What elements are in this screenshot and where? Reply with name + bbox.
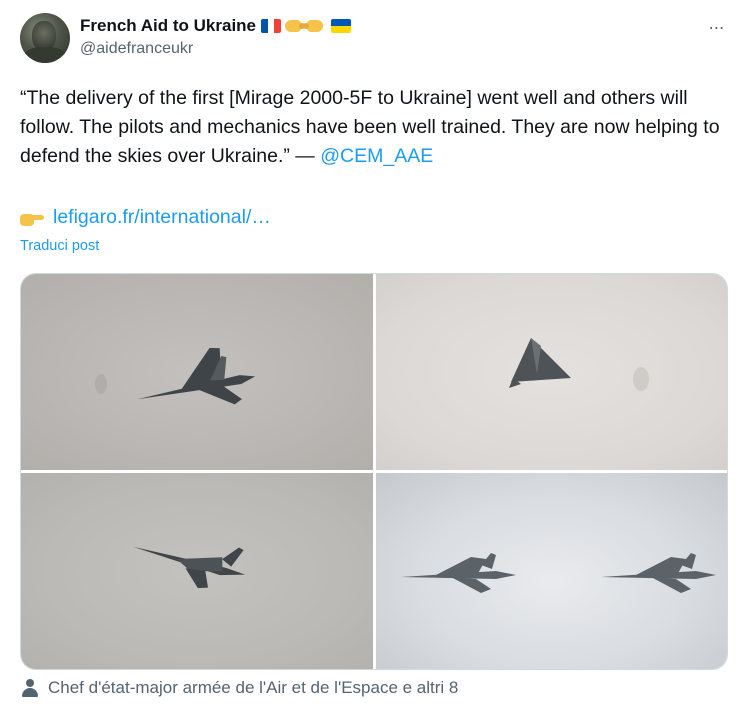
- tweet-header: French Aid to Ukraine @aidefranceukr: [80, 14, 727, 60]
- name-row: French Aid to Ukraine: [80, 14, 727, 38]
- avatar[interactable]: [20, 13, 70, 63]
- mirage-jets-pair-photo[interactable]: [376, 473, 727, 669]
- tagged-users[interactable]: Chef d'état-major armée de l'Air et de l…: [20, 678, 458, 698]
- mirage-jet-photo-1[interactable]: [21, 274, 373, 470]
- media-grid: [20, 273, 728, 670]
- mirage-jet-photo-3[interactable]: [21, 473, 373, 669]
- tagged-users-text: Chef d'état-major armée de l'Air et de l…: [48, 678, 459, 697]
- mention-link[interactable]: @CEM_AAE: [320, 145, 433, 167]
- translate-post-button[interactable]: Traduci post: [20, 238, 99, 254]
- fist-bump-icon: [307, 20, 324, 32]
- tweet-text: “The delivery of the first [Mirage 2000-…: [20, 84, 735, 171]
- link-row: lefigaro.fr/international/…: [20, 203, 271, 232]
- ukraine-flag-icon: [331, 19, 352, 33]
- mirage-jet-photo-2[interactable]: [376, 274, 727, 470]
- fist-bump-icon: [285, 20, 306, 32]
- pointing-hand-icon: [20, 208, 44, 228]
- user-handle[interactable]: @aidefranceukr: [80, 40, 727, 58]
- more-options-icon[interactable]: ⋯: [707, 18, 727, 38]
- article-link[interactable]: lefigaro.fr/international/…: [53, 203, 271, 232]
- person-icon: [20, 678, 40, 698]
- france-flag-icon: [261, 19, 282, 33]
- display-name[interactable]: French Aid to Ukraine: [80, 16, 256, 36]
